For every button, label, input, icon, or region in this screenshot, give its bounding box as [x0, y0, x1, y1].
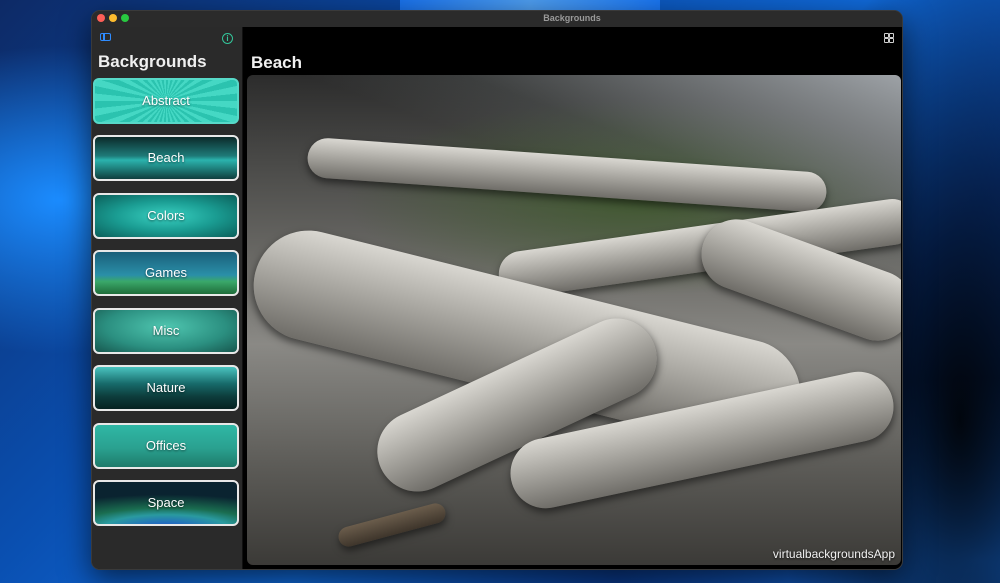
background-preview-image[interactable]: virtualbackgroundsApp [247, 75, 901, 565]
category-label: Nature [146, 380, 186, 395]
category-label: Space [147, 495, 185, 510]
category-games[interactable]: Games [93, 250, 239, 296]
category-label: Offices [145, 438, 187, 453]
category-colors[interactable]: Colors [93, 193, 239, 239]
category-title: Beach [251, 53, 303, 72]
main-content: Beach virtualbackgroundsApp [243, 27, 902, 569]
driftwood-log [306, 136, 828, 214]
close-window-button[interactable] [97, 14, 105, 22]
minimize-window-button[interactable] [109, 14, 117, 22]
window-title: Backgrounds [543, 13, 601, 23]
info-icon[interactable]: i [222, 33, 233, 44]
category-space[interactable]: Space [93, 480, 239, 526]
category-label: Games [145, 265, 187, 280]
sidebar-toggle-icon[interactable] [100, 33, 111, 41]
category-label: Beach [147, 150, 185, 165]
app-window: Backgrounds i Backgrounds Abstract Beach… [91, 10, 903, 570]
zoom-window-button[interactable] [121, 14, 129, 22]
sidebar: i Backgrounds Abstract Beach Colors Game… [92, 27, 243, 569]
category-label: Misc [152, 323, 180, 338]
category-abstract[interactable]: Abstract [93, 78, 239, 124]
category-nature[interactable]: Nature [93, 365, 239, 411]
category-beach[interactable]: Beach [93, 135, 239, 181]
category-offices[interactable]: Offices [93, 423, 239, 469]
category-label: Colors [147, 208, 185, 223]
category-misc[interactable]: Misc [93, 308, 239, 354]
watermark-text: virtualbackgroundsApp [772, 547, 895, 561]
title-bar: Backgrounds [92, 11, 902, 28]
category-label: Abstract [142, 93, 190, 108]
driftwood-log [336, 501, 448, 549]
grid-view-icon[interactable] [884, 33, 894, 43]
sidebar-title: Backgrounds [98, 52, 207, 71]
